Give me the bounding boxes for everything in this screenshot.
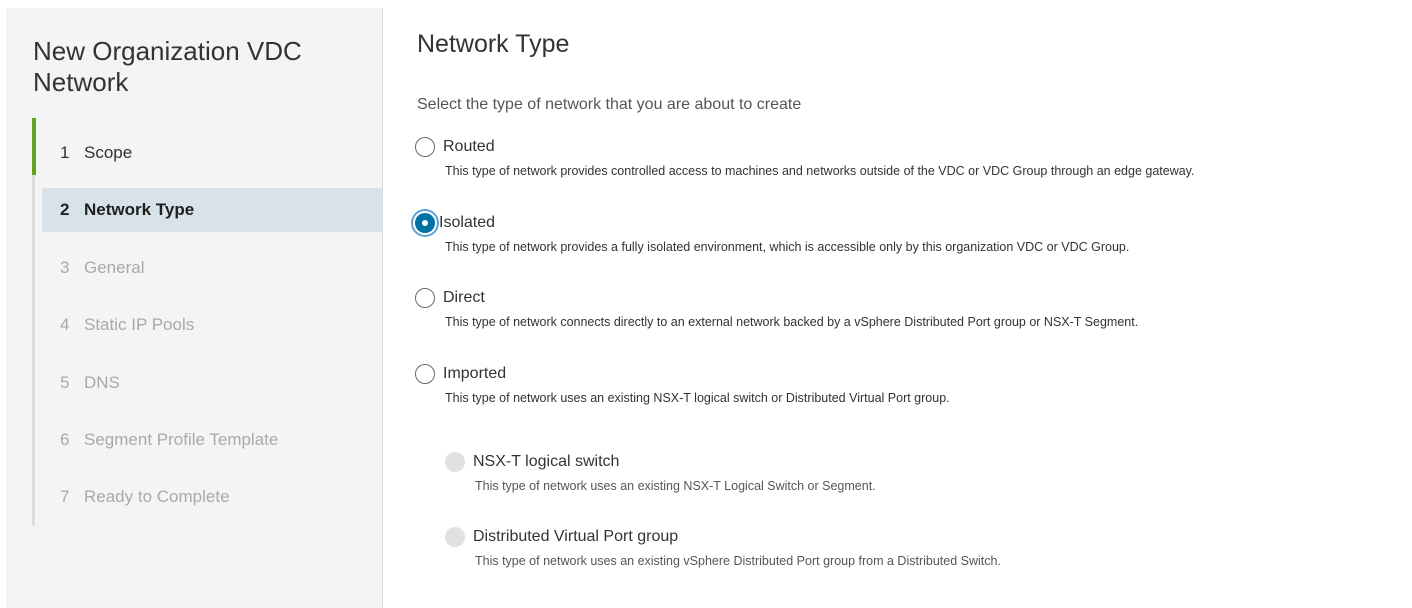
imported-radio[interactable]	[415, 364, 435, 384]
step-label: DNS	[84, 373, 120, 392]
option-routed: Routed This type of network provides con…	[415, 137, 1194, 178]
wizard-dialog: New Organization VDC Network 1 Scope 2 N…	[0, 0, 1412, 608]
direct-radio-row[interactable]: Direct	[415, 288, 1138, 308]
steps-track	[32, 124, 35, 526]
routed-radio-row[interactable]: Routed	[415, 137, 1194, 157]
direct-radio[interactable]	[415, 288, 435, 308]
step-number: 7	[60, 487, 70, 506]
distributed-port-group-radio-row: Distributed Virtual Port group	[445, 527, 1001, 547]
step-number: 5	[60, 373, 70, 392]
step-scope[interactable]: 1 Scope	[32, 118, 382, 175]
distributed-port-group-description: This type of network uses an existing vS…	[475, 554, 1001, 568]
step-number: 6	[60, 430, 70, 449]
step-number: 4	[60, 315, 70, 334]
step-label: Ready to Complete	[84, 487, 230, 506]
step-network-type[interactable]: 2 Network Type	[42, 188, 382, 232]
imported-label[interactable]: Imported	[443, 365, 506, 383]
option-isolated: Isolated This type of network provides a…	[415, 213, 1129, 254]
isolated-description: This type of network provides a fully is…	[445, 240, 1130, 254]
imported-radio-row[interactable]: Imported	[415, 364, 950, 384]
step-label: General	[84, 258, 145, 277]
step-label: Network Type	[84, 200, 195, 219]
isolated-label[interactable]: Isolated	[439, 214, 495, 232]
wizard-content: Network Type Select the type of network …	[383, 0, 1412, 608]
nsxt-logical-switch-label: NSX-T logical switch	[473, 453, 620, 470]
step-static-ip-pools: 4 Static IP Pools	[42, 303, 382, 347]
step-label: Scope	[84, 143, 133, 162]
nsxt-logical-switch-radio-row: NSX-T logical switch	[445, 452, 876, 472]
option-direct: Direct This type of network connects dir…	[415, 288, 1138, 329]
step-segment-profile-template: 6 Segment Profile Template	[42, 418, 382, 462]
routed-radio[interactable]	[415, 137, 435, 157]
distributed-port-group-radio	[445, 527, 465, 547]
suboption-distributed-virtual-port-group: Distributed Virtual Port group This type…	[445, 527, 1001, 568]
step-ready-to-complete: 7 Ready to Complete	[42, 475, 382, 519]
wizard-title: New Organization VDC Network	[33, 36, 302, 97]
step-label: Static IP Pools	[84, 315, 195, 334]
isolated-radio[interactable]	[415, 213, 435, 233]
routed-description: This type of network provides controlled…	[445, 164, 1195, 178]
step-number: 3	[60, 258, 70, 277]
wizard-sidebar: New Organization VDC Network 1 Scope 2 N…	[6, 8, 383, 608]
routed-label[interactable]: Routed	[443, 138, 495, 156]
direct-description: This type of network connects directly t…	[445, 315, 1139, 329]
step-number: 2	[60, 200, 70, 219]
direct-label[interactable]: Direct	[443, 289, 485, 307]
step-number: 1	[60, 143, 70, 162]
distributed-port-group-label: Distributed Virtual Port group	[473, 528, 679, 545]
page-title: Network Type	[417, 30, 570, 58]
suboption-nsxt-logical-switch: NSX-T logical switch This type of networ…	[445, 452, 876, 493]
nsxt-logical-switch-description: This type of network uses an existing NS…	[475, 479, 876, 493]
page-intro: Select the type of network that you are …	[417, 96, 802, 113]
step-dns: 5 DNS	[42, 361, 382, 405]
nsxt-logical-switch-radio	[445, 452, 465, 472]
step-label: Segment Profile Template	[84, 430, 279, 449]
imported-description: This type of network uses an existing NS…	[445, 391, 950, 405]
isolated-radio-row[interactable]: Isolated	[415, 213, 1129, 233]
step-general: 3 General	[42, 246, 382, 290]
option-imported: Imported This type of network uses an ex…	[415, 364, 950, 405]
